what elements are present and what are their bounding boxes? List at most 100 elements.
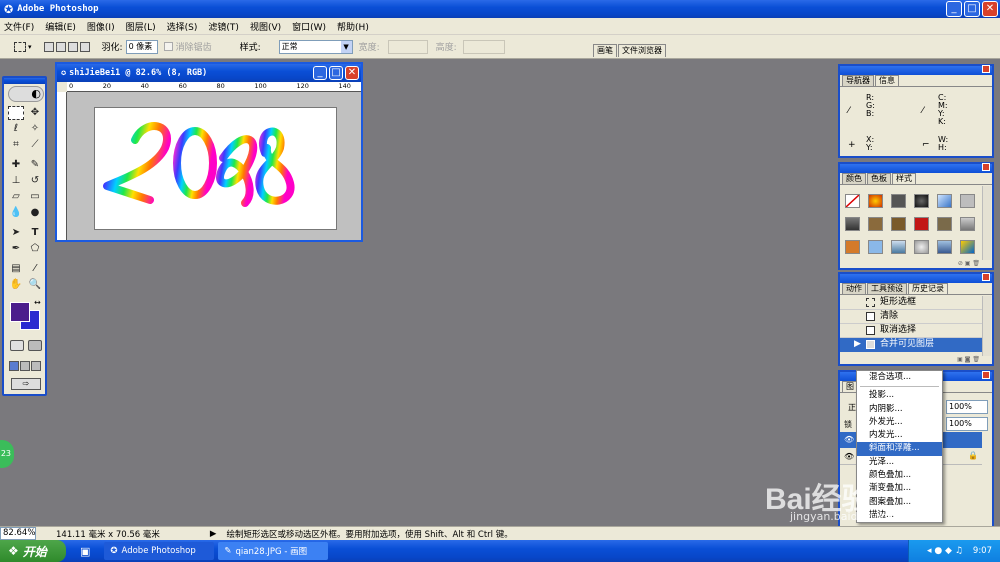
height-input[interactable] (462, 39, 505, 54)
menu-item-satin[interactable]: 光泽... (857, 456, 942, 469)
style-swatch[interactable] (868, 194, 883, 208)
opacity-input[interactable]: 100% (946, 400, 988, 414)
history-item[interactable]: 矩形选框 (840, 296, 982, 310)
quickmask-mode-icon[interactable] (28, 340, 42, 351)
style-swatch-none[interactable] (845, 194, 860, 208)
document-size[interactable]: 141.11 毫米 x 70.56 毫米 (56, 528, 160, 540)
menu-item-blending-options[interactable]: 混合选项... (857, 371, 942, 384)
hand-tool-icon[interactable]: ✋ (8, 278, 24, 292)
floating-badge[interactable]: 23 (0, 440, 14, 468)
style-swatch[interactable] (914, 194, 929, 208)
move-tool-icon[interactable]: ✥ (27, 106, 43, 120)
marquee-tool-icon[interactable] (8, 106, 24, 120)
menu-view[interactable]: 视图(V) (250, 20, 281, 33)
standard-mode-icon[interactable] (10, 340, 24, 351)
style-swatch[interactable] (937, 217, 952, 231)
doc-minimize-button[interactable]: _ (313, 66, 327, 80)
lasso-tool-icon[interactable]: ℓ (8, 122, 24, 136)
style-swatch[interactable] (914, 240, 929, 254)
tab-file-browser[interactable]: 文件浏览器 (618, 44, 666, 57)
style-swatch[interactable] (891, 217, 906, 231)
style-swatch[interactable] (914, 217, 929, 231)
path-select-icon[interactable]: ➤ (8, 226, 24, 240)
tab-navigator[interactable]: 导航器 (842, 75, 874, 86)
status-arrow-icon[interactable]: ▶ (210, 529, 217, 539)
blur-tool-icon[interactable]: 💧 (8, 206, 24, 220)
history-item[interactable]: 取消选择 (840, 324, 982, 338)
marquee-preset-icon[interactable] (14, 41, 26, 52)
tab-tool-presets[interactable]: 工具预设 (867, 283, 907, 294)
style-swatch[interactable] (937, 240, 952, 254)
style-select[interactable]: 正常 ▼ (278, 39, 353, 54)
menu-select[interactable]: 选择(S) (167, 20, 198, 33)
history-item[interactable]: 清除 (840, 310, 982, 324)
eye-icon[interactable]: 👁 (844, 452, 854, 461)
taskbar-item-paint[interactable]: ✎ qian28.JPG - 画图 (218, 542, 329, 560)
style-swatch[interactable] (937, 194, 952, 208)
zoom-field[interactable]: 82.64% (0, 527, 36, 540)
menu-item-outer-glow[interactable]: 外发光... (857, 416, 942, 429)
menu-item-drop-shadow[interactable]: 投影... (857, 389, 942, 402)
style-swatch[interactable] (891, 194, 906, 208)
history-item-active[interactable]: ▶ 合并可见图层 (840, 338, 982, 352)
panel-close-icon[interactable] (982, 371, 990, 379)
maximize-button[interactable]: □ (964, 1, 980, 17)
type-tool-icon[interactable]: T (27, 226, 43, 240)
tab-styles[interactable]: 样式 (892, 173, 916, 184)
screen-mode-icons[interactable] (9, 361, 41, 371)
panel-close-icon[interactable] (982, 273, 990, 281)
clock[interactable]: 9:07 (973, 546, 992, 556)
tab-history[interactable]: 历史记录 (908, 283, 948, 294)
doc-maximize-button[interactable]: □ (329, 66, 343, 80)
menu-item-inner-glow[interactable]: 内发光... (857, 429, 942, 442)
zoom-tool-icon[interactable]: 🔍 (27, 278, 43, 292)
panel-close-icon[interactable] (982, 65, 990, 73)
style-swatch[interactable] (868, 240, 883, 254)
start-button[interactable]: ❖ 开始 (0, 540, 66, 562)
tab-swatches[interactable]: 色板 (867, 173, 891, 184)
panel-scrollbar[interactable] (982, 296, 991, 356)
menu-item-inner-shadow[interactable]: 内阴影... (857, 403, 942, 416)
style-swatch[interactable] (868, 217, 883, 231)
tab-brushes[interactable]: 画笔 (593, 44, 617, 57)
history-brush-icon[interactable]: ↺ (27, 174, 43, 188)
slice-tool-icon[interactable]: ⟋ (27, 138, 43, 152)
style-swatch[interactable] (960, 217, 975, 231)
foreground-color-swatch[interactable] (10, 302, 30, 322)
tab-color[interactable]: 颜色 (842, 173, 866, 184)
menu-item-bevel-emboss[interactable]: 斜面和浮雕... (857, 442, 942, 456)
menu-image[interactable]: 图像(I) (87, 20, 115, 33)
eyedropper-icon[interactable]: ⁄ (27, 262, 43, 276)
menu-filter[interactable]: 滤镜(T) (208, 20, 239, 33)
swap-colors-icon[interactable]: ↔ (34, 298, 41, 307)
menu-window[interactable]: 窗口(W) (292, 20, 326, 33)
canvas-area[interactable]: 01 ⊠ (67, 92, 361, 240)
style-swatch[interactable] (891, 240, 906, 254)
antialias-checkbox[interactable] (163, 42, 173, 51)
width-input[interactable] (387, 39, 428, 54)
panel-close-icon[interactable] (982, 163, 990, 171)
taskbar-item-photoshop[interactable]: ✪ Adobe Photoshop (104, 542, 215, 560)
blend-mode-partial[interactable]: 正 (848, 402, 856, 413)
tab-info[interactable]: 信息 (875, 75, 899, 86)
adobe-online-icon[interactable]: ◐ (8, 86, 44, 102)
selection-mode-icons[interactable] (43, 41, 90, 52)
shape-tool-icon[interactable]: ⬠ (27, 242, 43, 256)
panel-scrollbar[interactable] (982, 186, 991, 260)
brush-tool-icon[interactable]: ✎ (27, 158, 43, 172)
gradient-tool-icon[interactable]: ▭ (27, 190, 43, 204)
style-swatch[interactable] (960, 240, 975, 254)
clone-stamp-icon[interactable]: ⊥ (8, 174, 24, 188)
crop-tool-icon[interactable]: ⌗ (8, 138, 24, 152)
style-swatch[interactable] (960, 194, 975, 208)
quicklaunch-icon[interactable]: ▣ (80, 545, 90, 558)
pen-tool-icon[interactable]: ✒ (8, 242, 24, 256)
dodge-tool-icon[interactable]: ● (27, 206, 43, 220)
menu-edit[interactable]: 编辑(E) (45, 20, 76, 33)
eye-icon[interactable]: 👁 (844, 435, 854, 444)
feather-input[interactable]: 0 像素 (125, 39, 158, 54)
menu-file[interactable]: 文件(F) (4, 20, 34, 33)
panel-footer-icons[interactable]: ⊘ ▣ 🗑 (840, 260, 992, 268)
panel-footer-icons[interactable]: ▣ ◙ 🗑 (840, 356, 992, 364)
style-swatch[interactable] (845, 217, 860, 231)
